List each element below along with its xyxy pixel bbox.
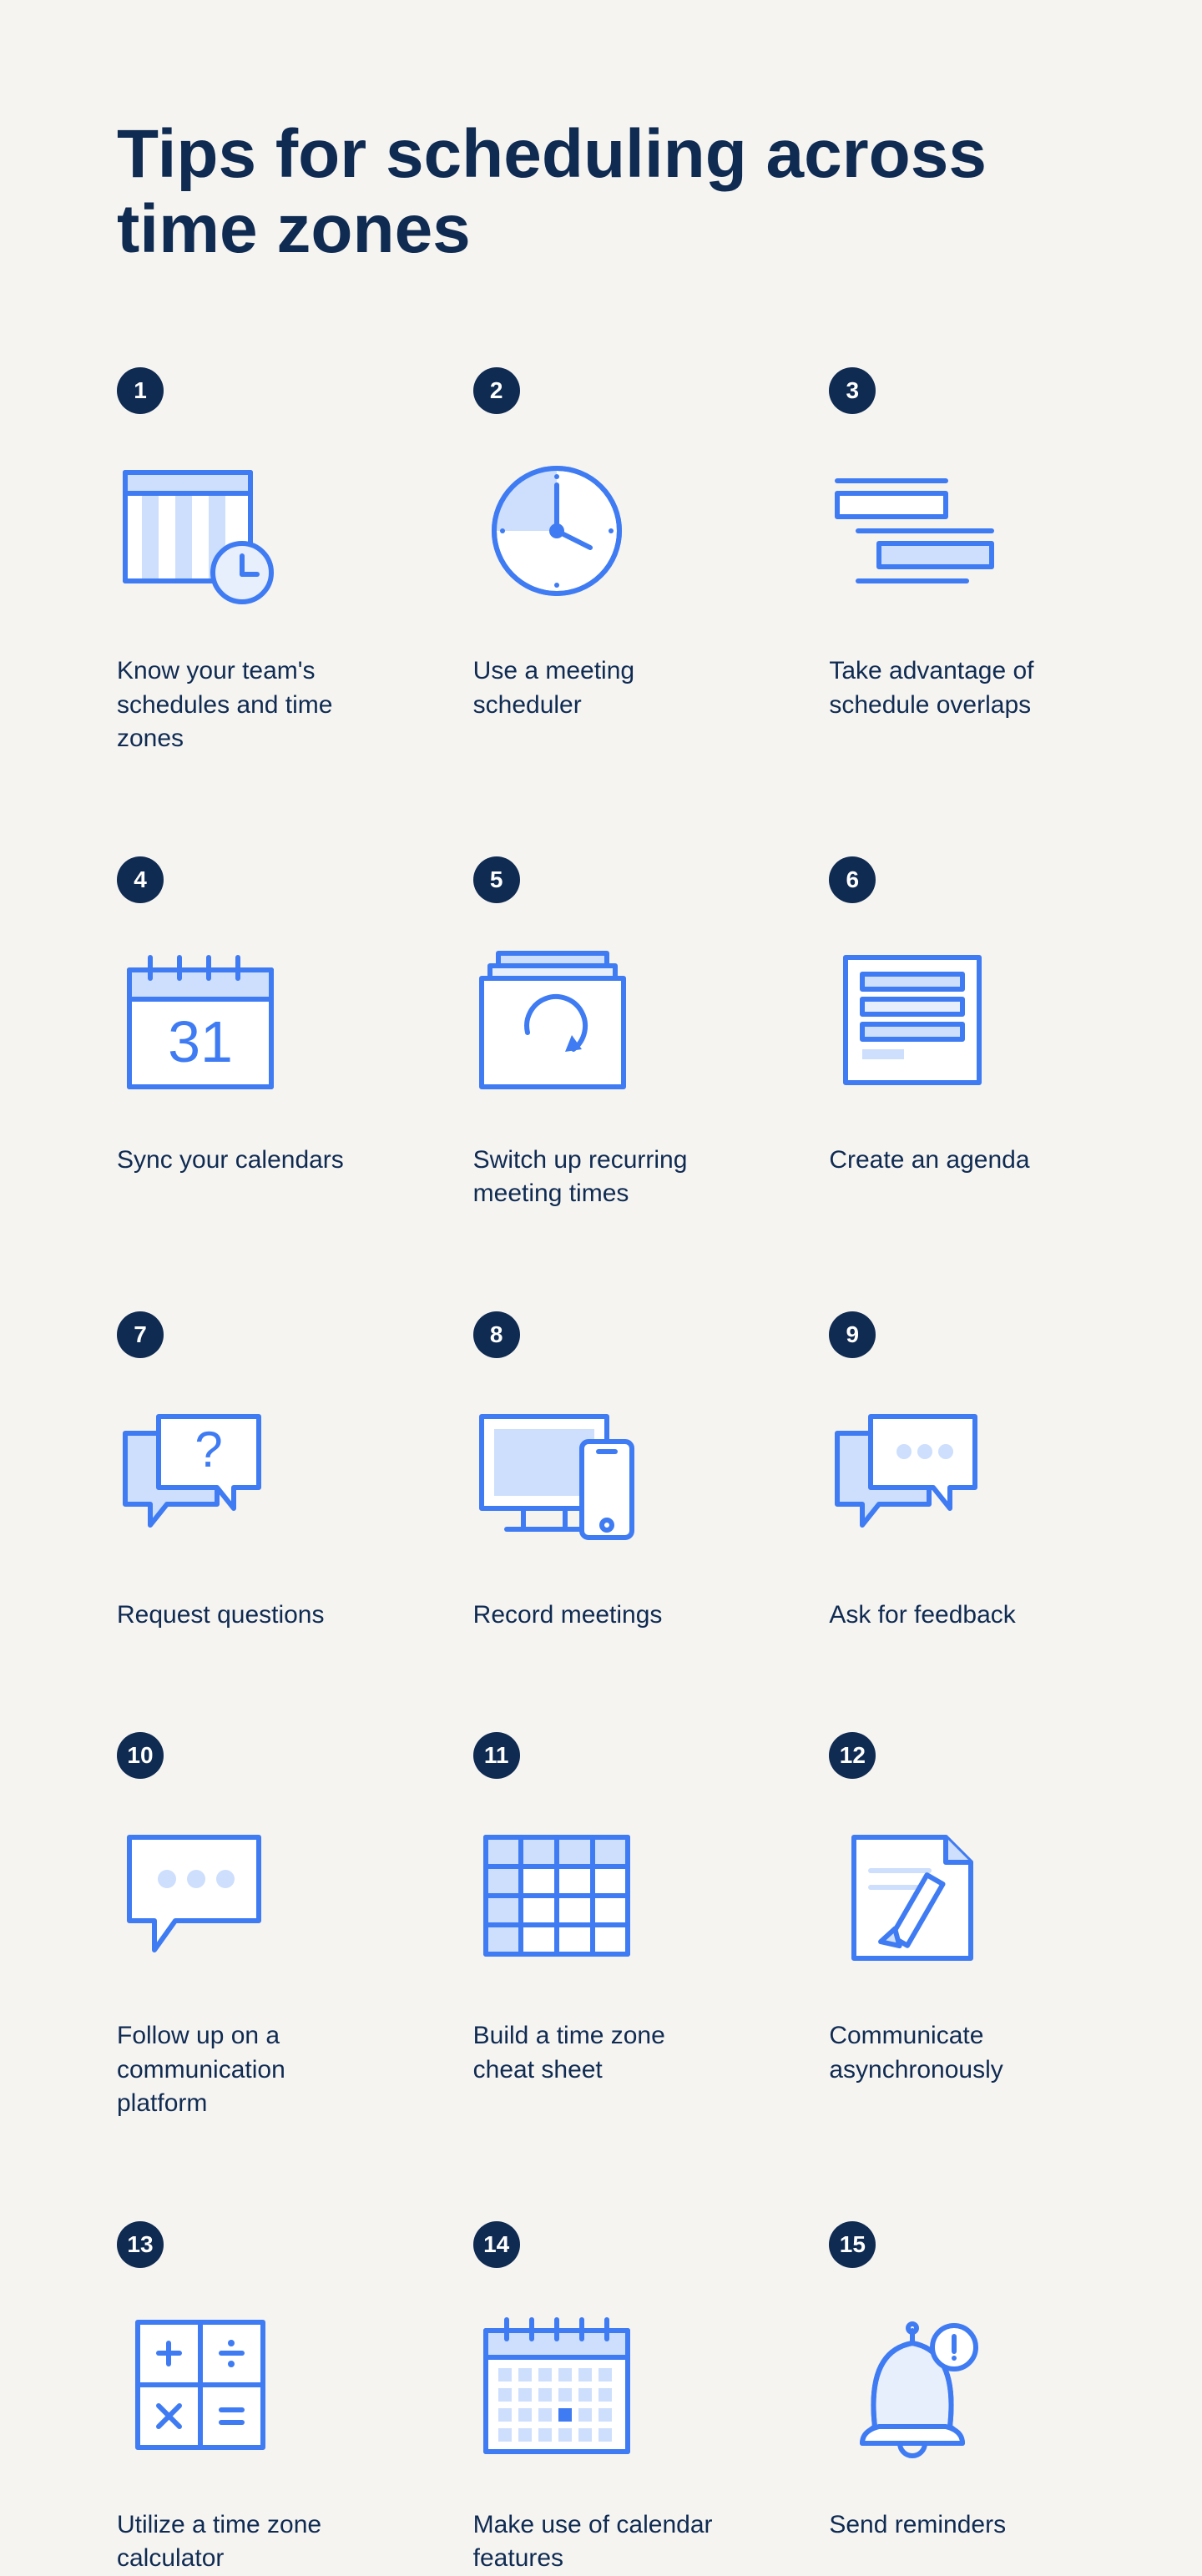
tip-label: Make use of calendar features xyxy=(473,2508,724,2576)
question-bubbles-icon: ? xyxy=(117,1392,317,1558)
tip-label: Send reminders xyxy=(829,2508,1079,2543)
tip-label: Create an agenda xyxy=(829,1144,1079,1178)
page-title: Tips for scheduling across time zones xyxy=(117,117,1085,267)
tip-label: Communicate asynchronously xyxy=(829,2019,1079,2087)
tip-item: 7 ? Request questions xyxy=(117,1311,373,1633)
tip-item: 3 Take advantage of schedule overlaps xyxy=(829,367,1085,756)
pencil-doc-icon xyxy=(829,1812,1029,1979)
tips-grid: 1 Know your team's schedules and time zo… xyxy=(117,367,1085,2576)
tip-label: Build a time zone cheat sheet xyxy=(473,2019,724,2087)
tip-number-badge: 2 xyxy=(473,367,520,414)
devices-icon xyxy=(473,1392,674,1558)
tip-label: Ask for feedback xyxy=(829,1599,1079,1633)
tip-item: 1 Know your team's schedules and time zo… xyxy=(117,367,373,756)
calendar-31-icon: 31 xyxy=(117,937,317,1104)
tip-item: 10 Follow up on a communication platform xyxy=(117,1732,373,2121)
tip-label: Sync your calendars xyxy=(117,1144,367,1178)
tip-number-badge: 14 xyxy=(473,2221,520,2268)
tip-label: Request questions xyxy=(117,1599,367,1633)
tip-number-badge: 7 xyxy=(117,1311,164,1358)
tip-item: 2 Use a meeting scheduler xyxy=(473,367,730,756)
tip-item: 8 Record meetings xyxy=(473,1311,730,1633)
tip-number-badge: 8 xyxy=(473,1311,520,1358)
calendar-month-icon xyxy=(473,2301,674,2468)
tip-number-badge: 12 xyxy=(829,1732,876,1779)
tip-number-badge: 5 xyxy=(473,856,520,903)
tip-item: 9 Ask for feedback xyxy=(829,1311,1085,1633)
bell-alert-icon xyxy=(829,2301,1029,2468)
tip-label: Record meetings xyxy=(473,1599,724,1633)
tip-label: Use a meeting scheduler xyxy=(473,654,724,722)
agenda-icon xyxy=(829,937,1029,1104)
tip-label: Switch up recurring meeting times xyxy=(473,1144,724,1211)
tip-item: 14 Make use of calendar features xyxy=(473,2221,730,2576)
tip-number-badge: 3 xyxy=(829,367,876,414)
tip-number-badge: 13 xyxy=(117,2221,164,2268)
tip-item: 15 Send reminders xyxy=(829,2221,1085,2576)
calculator-icon xyxy=(117,2301,317,2468)
tip-number-badge: 9 xyxy=(829,1311,876,1358)
dots-bubbles-icon xyxy=(829,1392,1029,1558)
tip-item: 4 31 Sync your calendars xyxy=(117,856,373,1211)
tip-item: 12 Communicate asynchronously xyxy=(829,1732,1085,2121)
tip-number-badge: 1 xyxy=(117,367,164,414)
tip-number-badge: 15 xyxy=(829,2221,876,2268)
tip-label: Follow up on a communication platform xyxy=(117,2019,367,2121)
recurring-icon xyxy=(473,937,674,1104)
tip-label: Know your team's schedules and time zone… xyxy=(117,654,367,756)
tip-item: 13 Utilize a time zone calculator xyxy=(117,2221,373,2576)
dots-bubble-single-icon xyxy=(117,1812,317,1979)
table-icon xyxy=(473,1812,674,1979)
tip-item: 5 Switch up recurring meeting times xyxy=(473,856,730,1211)
clock-icon xyxy=(473,447,674,614)
tip-number-badge: 4 xyxy=(117,856,164,903)
svg-text:31: 31 xyxy=(168,1009,233,1074)
calendar-clock-icon xyxy=(117,447,317,614)
tip-item: 11 Build a time zone cheat sheet xyxy=(473,1732,730,2121)
tip-label: Take advantage of schedule overlaps xyxy=(829,654,1079,722)
tip-item: 6 Create an agenda xyxy=(829,856,1085,1211)
tip-number-badge: 11 xyxy=(473,1732,520,1779)
tip-label: Utilize a time zone calculator xyxy=(117,2508,367,2576)
tip-number-badge: 10 xyxy=(117,1732,164,1779)
tip-number-badge: 6 xyxy=(829,856,876,903)
overlap-bars-icon xyxy=(829,447,1029,614)
svg-text:?: ? xyxy=(194,1422,222,1477)
